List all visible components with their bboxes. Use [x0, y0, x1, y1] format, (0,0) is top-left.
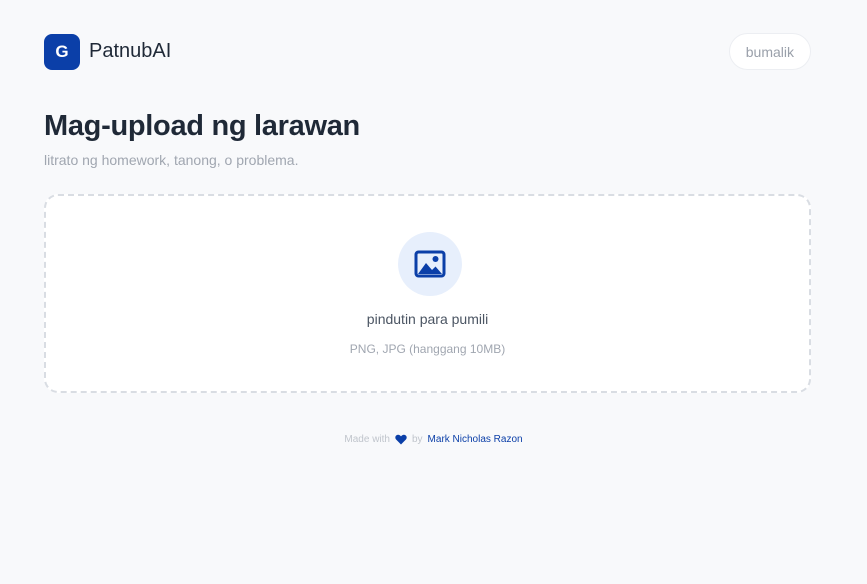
author-link[interactable]: Mark Nicholas Razon [428, 434, 523, 445]
upload-page: G PatnubAI bumalik Mag-upload ng larawan… [0, 0, 867, 584]
footer: Made with by Mark Nicholas Razon [0, 434, 867, 445]
heart-icon [395, 434, 407, 445]
dropzone-label: pindutin para pumili [366, 311, 489, 327]
dropzone-hint: PNG, JPG (hanggang 10MB) [349, 342, 506, 356]
header: G PatnubAI bumalik [44, 33, 811, 70]
page-title: Mag-upload ng larawan [44, 110, 360, 142]
image-icon [414, 250, 446, 278]
footer-by: by [411, 434, 423, 445]
back-button[interactable]: bumalik [728, 33, 811, 70]
app-name: PatnubAI [89, 40, 172, 62]
brand[interactable]: G PatnubAI [44, 33, 172, 70]
image-icon-circle [398, 232, 462, 296]
upload-dropzone[interactable]: pindutin para pumili PNG, JPG (hanggang … [44, 194, 811, 393]
app-logo: G [44, 33, 80, 70]
page-subtitle: litrato ng homework, tanong, o problema. [44, 152, 299, 168]
footer-made-with: Made with [344, 434, 390, 445]
